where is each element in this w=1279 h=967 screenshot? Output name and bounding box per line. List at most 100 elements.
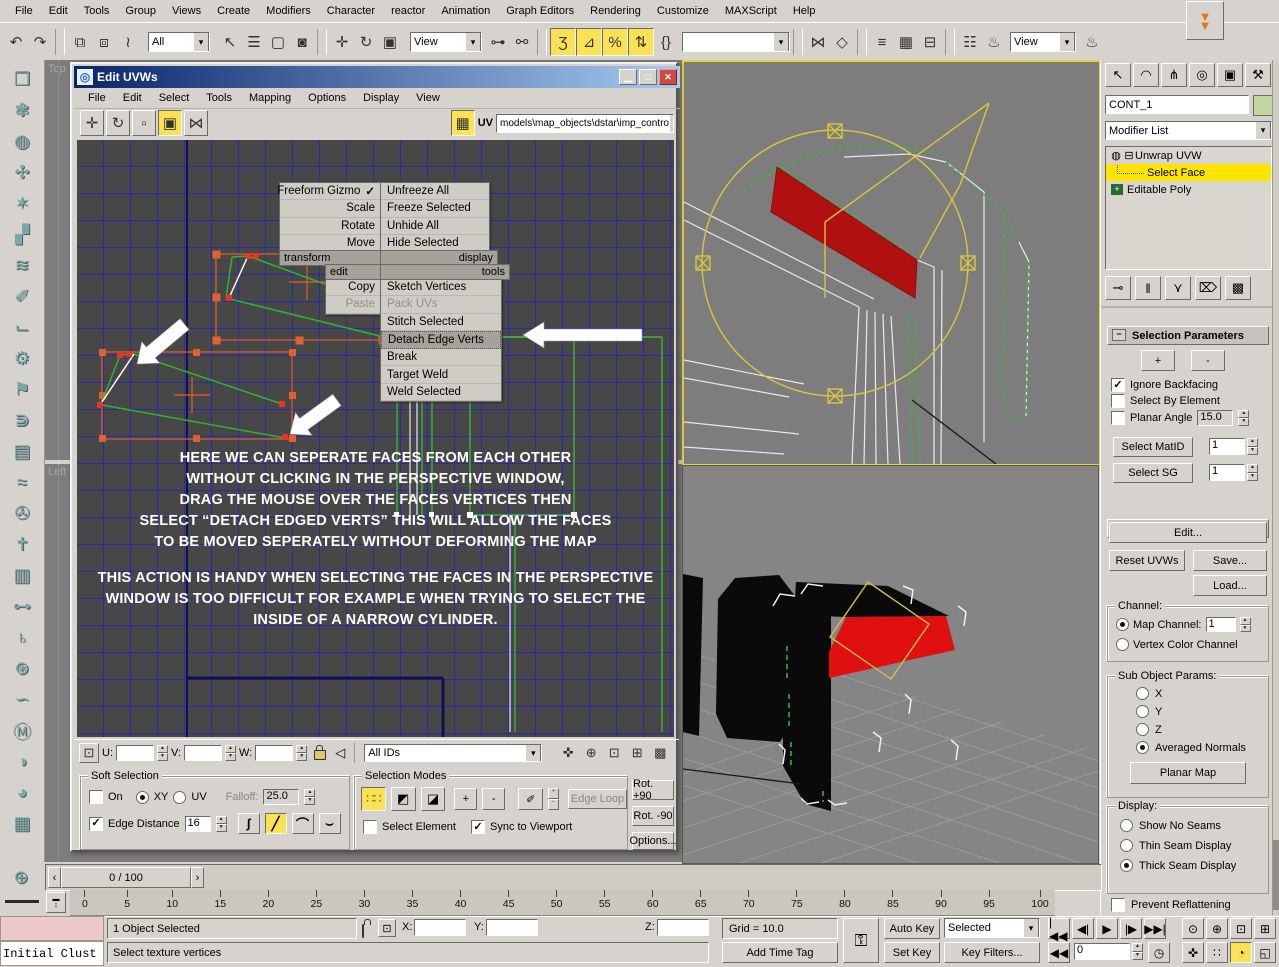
uv-rotate-icon[interactable]: ↻ [106, 110, 130, 136]
time-configuration-icon[interactable]: ◷ [1148, 942, 1170, 963]
quad-menu-item[interactable]: Rotate [280, 218, 381, 235]
menu-item[interactable]: Modifiers [259, 3, 318, 19]
magnify-globe-icon[interactable]: ⊕ [4, 862, 38, 893]
grow-uv-button[interactable]: + [454, 788, 477, 810]
zoom-region-icon[interactable]: ⊡ [604, 743, 624, 763]
prev-frame-icon[interactable]: ◀| [1072, 918, 1094, 939]
uvw-menu-item[interactable]: Display [355, 90, 407, 106]
primitives-icon[interactable]: ❒ [5, 64, 39, 95]
planar-angle-checkbox[interactable] [1111, 411, 1125, 425]
listener-macro-row[interactable] [0, 916, 104, 941]
uvw-menu-item[interactable]: Select [151, 90, 198, 106]
zoom-all-icon[interactable]: ⊕ [1206, 918, 1228, 939]
freeform-gizmo-icon[interactable]: ▣ [158, 110, 182, 136]
uv-scale-icon[interactable]: ▫ [132, 110, 156, 136]
knot-icon[interactable]: ✇ [5, 498, 39, 529]
menu-item[interactable]: Graph Editors [499, 3, 581, 19]
show-map-icon[interactable]: ▦ [451, 110, 475, 136]
rect-region-icon[interactable]: ▢ [266, 29, 290, 55]
knife-tool-icon[interactable]: ✐ [5, 281, 39, 312]
grow-selection-button[interactable]: + [1141, 350, 1175, 371]
uvw-menu-item[interactable]: Tools [198, 90, 240, 106]
quad-menu-item[interactable]: Freeform Gizmo [280, 183, 381, 200]
rollup-chevron-icon[interactable]: ▼▼ [1186, 1, 1224, 40]
time-slider-track[interactable]: ‹ 0 / 100 › [45, 864, 1102, 891]
show-end-result-icon[interactable]: ‖ [1135, 276, 1161, 300]
pin-stack-icon[interactable]: ⊸ [1105, 276, 1131, 300]
current-frame-input[interactable] [1075, 944, 1129, 956]
soft-on-checkbox[interactable] [89, 790, 103, 804]
close-button[interactable]: ✕ [659, 69, 677, 85]
edge-loop-button[interactable]: Edge Loop [568, 789, 627, 809]
key-filter-dropdown[interactable]: Selected [944, 918, 1040, 938]
sg-input[interactable] [1210, 465, 1244, 477]
gear-icon[interactable]: ⚙ [5, 343, 39, 374]
v-spinner[interactable]: ▲▼ [225, 745, 236, 761]
ignore-backfacing-checkbox[interactable] [1111, 378, 1125, 392]
move-icon[interactable]: ✛ [330, 29, 354, 55]
x-radio[interactable] [1136, 687, 1149, 700]
quick-render-icon[interactable]: ♨ [1080, 29, 1104, 55]
rotate-minus-90-button[interactable]: Rot. -90 [632, 806, 674, 826]
expand-icon[interactable]: + [1111, 184, 1123, 195]
uv-radio[interactable] [173, 791, 186, 804]
prevent-reflattening-checkbox[interactable] [1111, 898, 1125, 912]
shrink-uv-button[interactable]: - [482, 788, 505, 810]
named-selection-icon[interactable]: {} [654, 29, 678, 55]
thin-seam-radio[interactable] [1120, 839, 1133, 852]
matid-input[interactable] [1210, 439, 1244, 451]
minimize-button[interactable]: ▁ [619, 69, 637, 85]
falloff-curve-fast-icon[interactable]: ⌣ [319, 813, 341, 834]
chair-icon[interactable]: ♄ [5, 622, 39, 653]
sg-spinner[interactable]: ▲▼ [1247, 464, 1258, 481]
u-input[interactable] [117, 746, 153, 758]
open-mini-curve-editor-icon[interactable]: ▬↕ [46, 892, 66, 913]
planar-angle-spinner[interactable]: ▲▼ [1238, 410, 1249, 426]
snap-3d-icon[interactable]: Ʒ [550, 28, 576, 56]
menu-item[interactable]: File [8, 3, 40, 19]
render-setup-icon[interactable]: ♨ [982, 29, 1006, 55]
y-radio[interactable] [1136, 705, 1149, 718]
select-object-icon[interactable]: ↖ [218, 29, 242, 55]
tab-create[interactable]: ↖ [1105, 63, 1131, 87]
quad-menu-item[interactable]: Unhide All [381, 218, 489, 235]
tab-modify[interactable]: ◠ [1133, 63, 1159, 87]
select-by-name-icon[interactable]: ☰ [242, 29, 266, 55]
tab-motion[interactable]: ◎ [1189, 63, 1215, 87]
waves-icon[interactable]: ≈ [5, 467, 39, 498]
bind-spacewarp-icon[interactable]: ≀ [116, 29, 140, 55]
viewport-perspective-shaded[interactable] [682, 465, 1099, 864]
align-icon[interactable]: ◇ [830, 29, 854, 55]
quad-menu-item[interactable]: Scale [280, 200, 381, 217]
rotate-plus-90-button[interactable]: Rot. +90 [632, 780, 674, 800]
listener-script-row[interactable]: Initial Clust [0, 941, 104, 966]
quad-menu-item[interactable]: Sketch Vertices [381, 279, 501, 296]
add-time-tag-button[interactable]: Add Time Tag [722, 942, 838, 963]
stack-item-unwrap-uvw[interactable]: ◍ ⊟ Unwrap UVW [1106, 147, 1271, 164]
quad-menu-item[interactable]: Target Weld [381, 366, 501, 383]
quad-menu-item[interactable]: Pack UVs [381, 296, 501, 313]
sphere-m-icon[interactable]: ◕ [5, 777, 39, 808]
material-editor-icon[interactable]: ☷ [958, 29, 982, 55]
plane-snap-icon[interactable]: ◁ [331, 745, 349, 761]
worm-icon[interactable]: ∽ [5, 684, 39, 715]
quad-menu-item[interactable]: Break [381, 349, 501, 366]
min-max-toggle-icon[interactable]: ◱ [1254, 942, 1276, 963]
x-coord-input[interactable] [415, 920, 465, 932]
pan-icon[interactable]: ✜ [1182, 942, 1204, 963]
map-channel-input[interactable] [1207, 618, 1235, 630]
curve-editor-icon[interactable]: ▦ [894, 29, 918, 55]
edge-mode-button[interactable]: ◩ [391, 787, 416, 811]
uvw-menu-item[interactable]: View [408, 90, 448, 106]
w-input[interactable] [256, 746, 292, 758]
edit-button[interactable]: Edit... [1109, 522, 1267, 543]
load-button[interactable]: Load... [1193, 575, 1267, 596]
falloff-spinner[interactable]: ▲▼ [304, 789, 315, 805]
reset-uvws-button[interactable]: Reset UVWs [1109, 550, 1185, 571]
time-slider-thumb[interactable]: 0 / 100 [61, 867, 191, 888]
menu-item[interactable]: Help [786, 3, 823, 19]
go-end-icon[interactable]: ▶▶| [1144, 918, 1166, 939]
quad-menu-item[interactable]: Detach Edge Verts [381, 331, 501, 349]
z-coord-input[interactable] [658, 920, 708, 932]
zoom-icon[interactable]: ⊕ [581, 743, 601, 763]
